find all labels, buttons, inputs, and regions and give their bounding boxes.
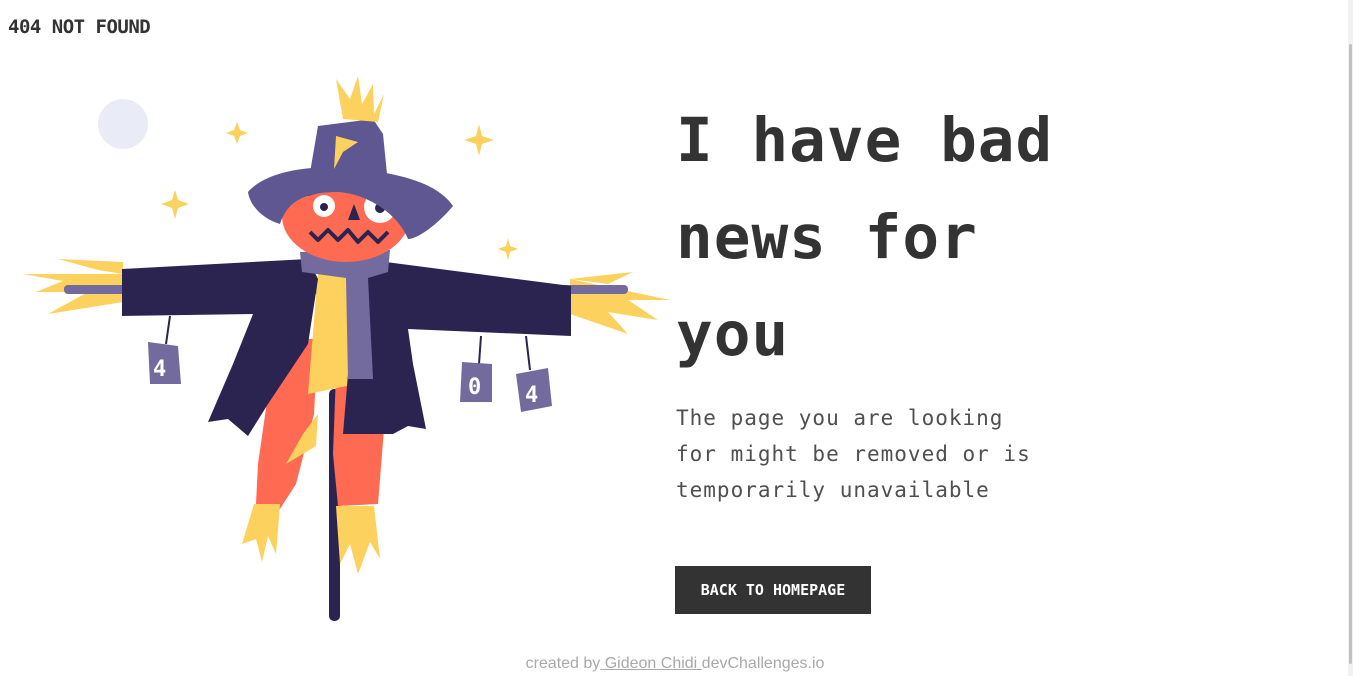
can-label-0: 0 bbox=[468, 375, 481, 400]
scrollbar-thumb[interactable] bbox=[1349, 44, 1352, 664]
hat-straw bbox=[336, 76, 384, 122]
can-label-4-right: 4 bbox=[525, 383, 538, 408]
can-right: 4 bbox=[516, 335, 552, 412]
scarecrow-illustration: 4 0 4 bbox=[23, 76, 670, 621]
can-left: 4 bbox=[148, 315, 181, 384]
can-label-4: 4 bbox=[153, 357, 166, 382]
author-link[interactable]: Gideon Chidi bbox=[600, 655, 701, 672]
can-middle: 0 bbox=[460, 335, 492, 402]
footer-prefix: created by bbox=[525, 655, 601, 672]
feet-straw bbox=[242, 504, 380, 574]
right-hand-straw bbox=[570, 272, 670, 334]
footer-site: devChallenges.io bbox=[701, 655, 825, 672]
hat-top bbox=[308, 119, 388, 184]
moon-icon bbox=[98, 99, 148, 149]
site-title: 404 NOT FOUND bbox=[8, 16, 151, 38]
description: The page you are looking for might be re… bbox=[676, 406, 1031, 502]
headline: I have bad news for you bbox=[676, 105, 1054, 370]
back-to-homepage-button[interactable]: BACK TO HOMEPAGE bbox=[675, 566, 871, 614]
scrollbar[interactable] bbox=[1348, 0, 1353, 676]
footer: created by Gideon Chidi devChallenges.io bbox=[0, 655, 1350, 673]
